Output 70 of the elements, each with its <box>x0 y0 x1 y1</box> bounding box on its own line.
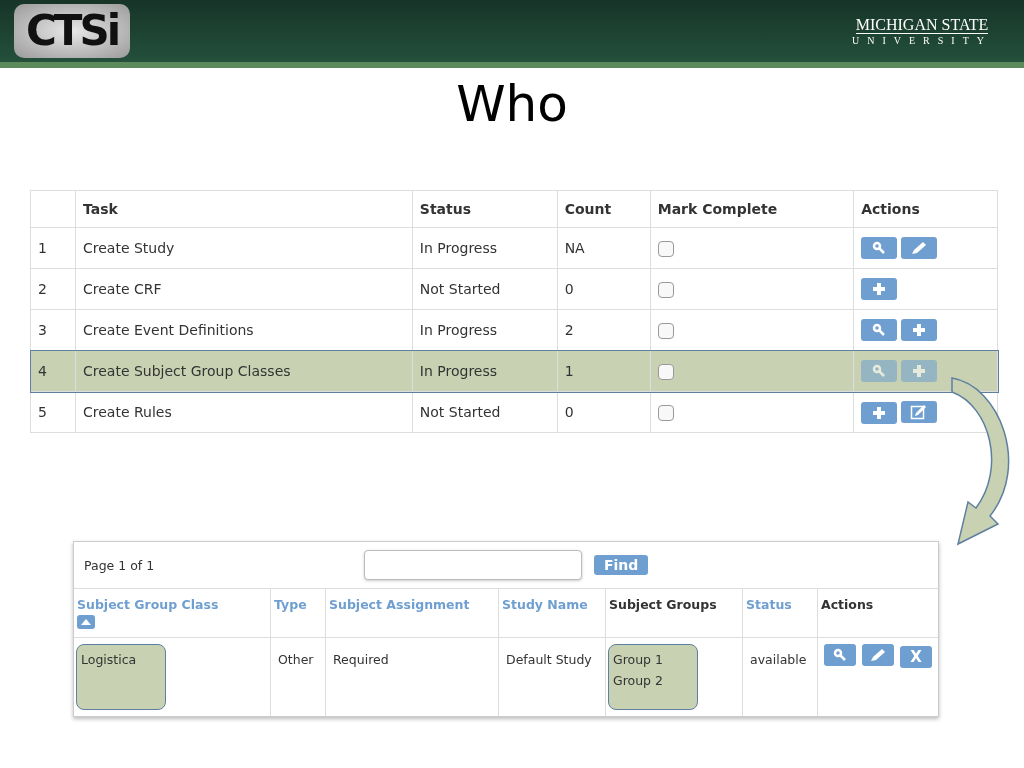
search-field[interactable] <box>364 550 582 580</box>
status-cell: In Progress <box>412 350 558 392</box>
sortable-column-header[interactable]: Subject Assignment <box>329 597 495 612</box>
status-cell: Not Started <box>412 268 558 310</box>
table-cell-text: Default Study <box>505 651 593 669</box>
page-indicator: Page 1 of 1 <box>84 557 156 573</box>
highlighted-cell: Logistica <box>76 644 166 710</box>
search-icon <box>872 364 887 378</box>
task-cell: Create CRF <box>75 268 413 310</box>
task-cell: Create Study <box>75 227 413 269</box>
view-button[interactable] <box>824 644 856 666</box>
column-header: Count <box>557 190 651 228</box>
column-header: Status <box>412 190 558 228</box>
sortable-column-header[interactable]: Status <box>746 597 814 612</box>
count-cell: 1 <box>557 350 651 392</box>
plus-icon <box>872 282 887 296</box>
column-header: Subject Groups <box>609 597 718 612</box>
checkbox[interactable] <box>657 281 674 298</box>
plus-icon <box>912 323 927 337</box>
slide-title: Who <box>455 74 569 135</box>
university-name: MICHIGAN STATE <box>855 15 989 34</box>
count-cell: 0 <box>557 268 651 310</box>
university-subtitle: UNIVERSITY <box>852 33 992 47</box>
search-icon <box>833 648 847 662</box>
logo: CTSi <box>14 4 131 58</box>
status-cell: In Progress <box>412 227 558 269</box>
row-number: 2 <box>30 268 76 310</box>
view-button[interactable] <box>861 319 898 341</box>
find-button[interactable]: Find <box>594 555 649 575</box>
sortable-column-header[interactable]: Study Name <box>502 597 602 612</box>
search-icon <box>872 241 887 255</box>
table-cell-text: Other <box>277 651 315 669</box>
task-cell: Create Rules <box>75 391 413 433</box>
add-button[interactable] <box>861 401 898 424</box>
note-pencil-icon <box>910 403 929 420</box>
add-button[interactable] <box>901 360 938 382</box>
checkbox[interactable] <box>657 404 674 421</box>
sortable-column-header[interactable]: Subject Group Class <box>77 597 267 612</box>
checkbox[interactable] <box>657 363 674 380</box>
edit-button[interactable] <box>862 644 894 666</box>
add-button[interactable] <box>861 278 898 300</box>
plus-icon <box>872 405 887 420</box>
add-button[interactable] <box>901 319 938 341</box>
checkbox[interactable] <box>657 240 674 257</box>
pencil-icon <box>869 648 887 662</box>
view-button[interactable] <box>861 360 898 382</box>
view-button[interactable] <box>861 237 898 259</box>
count-cell: NA <box>557 227 651 269</box>
status-cell: Not Started <box>412 391 558 433</box>
edit-button[interactable] <box>901 237 938 259</box>
column-header: Task <box>75 190 413 228</box>
row-number: 4 <box>30 350 76 392</box>
task-cell: Create Subject Group Classes <box>75 350 413 392</box>
table-cell-text: available <box>749 651 808 669</box>
delete-button[interactable]: X <box>900 646 932 668</box>
search-icon <box>872 323 887 337</box>
plus-icon <box>912 364 927 378</box>
row-number: 5 <box>30 391 76 433</box>
table-cell-text: Required <box>332 651 390 669</box>
column-header: Actions <box>853 190 998 228</box>
checkbox[interactable] <box>657 322 674 339</box>
sortable-column-header[interactable]: Type <box>274 597 322 612</box>
pencil-icon <box>910 241 929 255</box>
count-cell: 0 <box>557 391 651 433</box>
column-header: Mark Complete <box>650 190 854 228</box>
sort-up-icon[interactable] <box>77 615 95 629</box>
column-header: Actions <box>821 597 875 612</box>
review-button[interactable] <box>901 400 938 423</box>
highlighted-cell: Group 1 Group 2 <box>608 644 698 710</box>
row-number: 1 <box>30 227 76 269</box>
